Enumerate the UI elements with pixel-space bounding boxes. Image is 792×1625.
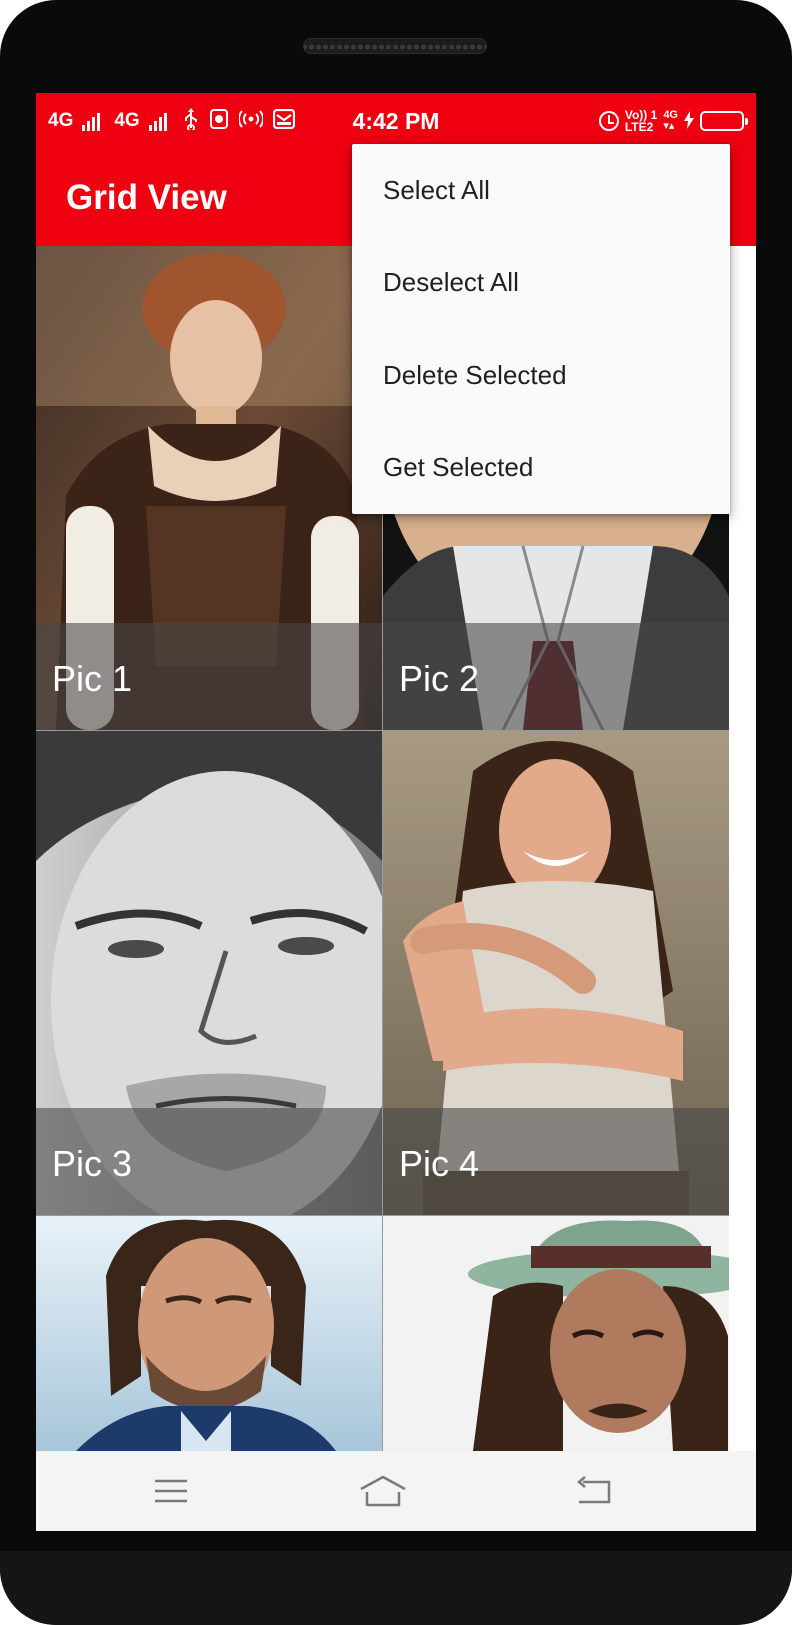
tile-caption-bar: Pic 3 [36,1108,382,1215]
system-nav-bar [36,1451,756,1531]
grid-tile[interactable] [36,1216,382,1451]
tile-photo [383,1216,729,1451]
tile-caption-bar: Pic 2 [383,623,729,730]
status-right: Vo)) 1 LTE2 4G ▾▴ [598,93,748,149]
tile-caption: Pic 2 [399,658,480,699]
toolbar-title: Grid View [66,178,227,217]
speaker-grille [303,38,487,54]
alarm-icon [598,111,619,131]
menu-item-deselect-all[interactable]: Deselect All [352,237,730,330]
charging-bolt-icon [684,110,694,132]
menu-icon[interactable] [121,1451,221,1531]
grid-right-gutter [729,246,756,1451]
phone-frame: 4G 4G 4:42 PM Vo)) 1 LTE2 4G ▾▴ Grid Vie… [0,0,792,1625]
data-activity-indicator: 4G ▾▴ [663,110,678,132]
back-icon[interactable] [544,1451,644,1531]
grid-tile[interactable] [383,1216,729,1451]
screen: 4G 4G 4:42 PM Vo)) 1 LTE2 4G ▾▴ Grid Vie… [36,93,756,1531]
menu-item-select-all[interactable]: Select All [352,144,730,237]
tile-caption: Pic 1 [52,658,133,699]
volte-bottom-text: LTE2 [624,120,654,134]
menu-item-get-selected[interactable]: Get Selected [352,422,730,515]
tile-caption: Pic 4 [399,1143,480,1184]
grid-tile[interactable]: Pic 1 [36,246,382,730]
phone-chin [0,1551,792,1625]
menu-item-delete-selected[interactable]: Delete Selected [352,329,730,422]
data-arrows-icon: ▾▴ [663,120,675,132]
grid-tile[interactable]: Pic 3 [36,731,382,1215]
home-icon[interactable] [333,1451,433,1531]
grid-tile[interactable]: Pic 4 [383,731,729,1215]
battery-icon [700,111,748,131]
volte-indicator: Vo)) 1 LTE2 [625,109,657,133]
tile-caption-bar: Pic 4 [383,1108,729,1215]
tile-caption-bar: Pic 1 [36,623,382,730]
status-bar: 4G 4G 4:42 PM Vo)) 1 LTE2 4G ▾▴ [36,93,756,149]
tile-caption: Pic 3 [52,1143,133,1184]
tile-photo [36,1216,382,1451]
overflow-menu: Select All Deselect All Delete Selected … [352,144,730,514]
